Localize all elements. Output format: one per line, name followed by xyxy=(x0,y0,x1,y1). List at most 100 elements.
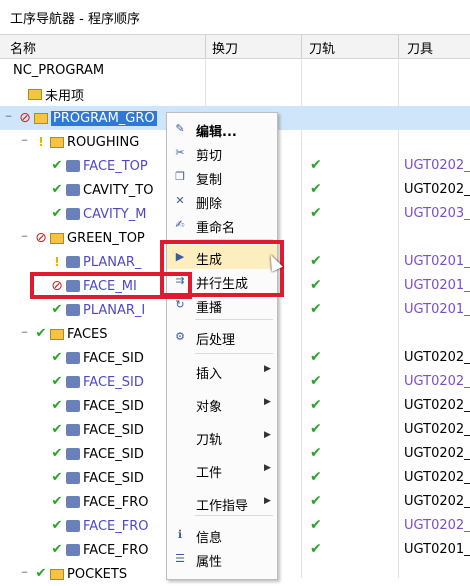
program-group-icon xyxy=(50,232,64,244)
warning-status-icon: ! xyxy=(38,135,44,149)
row-name-label: ROUGHING xyxy=(67,134,140,150)
expand-toggle-icon[interactable]: − xyxy=(4,113,13,122)
row-name-label: PLANAR_ xyxy=(83,254,142,270)
tree-row[interactable]: NC_PROGRAM xyxy=(0,58,470,82)
tree-node: ⊘ GREEN_TOP xyxy=(34,226,145,250)
toolpath-ok-icon: ✔ xyxy=(310,301,322,317)
row-name-label: FACE_TOP xyxy=(83,158,148,174)
check-status-icon: ✔ xyxy=(51,470,63,485)
menu-item-label: 删除 xyxy=(196,197,223,212)
operation-icon xyxy=(66,400,80,412)
row-name-label: FACE_SID xyxy=(83,350,144,366)
column-tool-change[interactable]: 换刀 xyxy=(212,38,238,57)
tree-node: 未用项 xyxy=(26,82,84,106)
menu-item[interactable]: ❐ 复制 xyxy=(167,165,277,189)
tree-node: ✔ FACE_SID xyxy=(50,418,144,442)
postprocess-icon: ⚙ xyxy=(175,330,185,343)
toolpath-ok-icon: ✔ xyxy=(310,541,322,557)
menu-item[interactable]: ✂ 剪切 xyxy=(167,141,277,165)
toolpath-ok-icon: ✔ xyxy=(310,181,322,197)
copy-icon: ❐ xyxy=(175,170,185,183)
tool-name: UGT0202_ xyxy=(404,158,470,173)
toolpath-ok-icon: ✔ xyxy=(310,373,322,389)
expand-toggle-icon[interactable]: − xyxy=(20,137,29,146)
tool-name: UGT0202_ xyxy=(404,494,470,509)
expand-toggle-icon[interactable]: − xyxy=(20,569,29,578)
tree-row[interactable]: 未用项 xyxy=(0,82,470,106)
info-icon: ℹ xyxy=(177,528,183,541)
menu-item[interactable]: 插入 ▶ xyxy=(167,359,277,383)
toolpath-ok-icon: ✔ xyxy=(310,205,322,221)
tree-node: ✔ FACE_SID xyxy=(50,394,144,418)
operation-icon xyxy=(66,256,80,268)
column-toolpath[interactable]: 刀轨 xyxy=(309,38,335,57)
menu-item[interactable]: ✍ 重命名 xyxy=(167,213,277,237)
check-status-icon: ✔ xyxy=(51,398,63,413)
menu-item-label: 刀轨 xyxy=(196,433,223,448)
tool-name: UGT0202_ xyxy=(404,470,470,485)
tree-node: ✔ CAVITY_TO xyxy=(50,178,154,202)
menu-item[interactable]: 刀轨 ▶ xyxy=(167,425,277,449)
toolpath-ok-icon: ✔ xyxy=(310,493,322,509)
check-status-icon: ✔ xyxy=(35,326,47,341)
menu-item[interactable]: 对象 ▶ xyxy=(167,392,277,416)
menu-item[interactable]: ✎ 编辑... xyxy=(167,117,277,141)
check-status-icon: ✔ xyxy=(51,302,63,317)
toolpath-ok-icon: ✔ xyxy=(310,277,322,293)
tree-node: ✔ FACES xyxy=(34,322,108,346)
expand-toggle-icon[interactable]: − xyxy=(20,329,29,338)
submenu-arrow-icon: ▶ xyxy=(264,397,271,407)
menu-separator xyxy=(195,319,273,320)
menu-item[interactable]: ⚙ 后处理 xyxy=(167,325,277,349)
row-name-label: NC_PROGRAM xyxy=(13,62,105,78)
menu-item[interactable]: ✕ 删除 xyxy=(167,189,277,213)
row-name-label: PROGRAM_GRO xyxy=(51,110,157,126)
tool-name: UGT0202_ xyxy=(404,398,470,413)
check-status-icon: ✔ xyxy=(51,518,63,533)
window-title-bar: 工序导航器 - 程序顺序 xyxy=(0,0,470,34)
forbidden-status-icon: ⊘ xyxy=(35,230,47,246)
column-name[interactable]: 名称 xyxy=(10,38,36,57)
operation-icon xyxy=(66,544,80,556)
tool-name: UGT0202_ xyxy=(404,422,470,437)
row-name-label: CAVITY_TO xyxy=(83,182,154,198)
menu-item-label: 重命名 xyxy=(196,221,236,236)
menu-item[interactable]: 工作指导 ▶ xyxy=(167,491,277,515)
menu-item-label: 工作指导 xyxy=(196,499,249,514)
tool-name: UGT0203_ xyxy=(404,206,470,221)
row-name-label: PLANAR_I xyxy=(83,302,146,318)
toolpath-ok-icon: ✔ xyxy=(310,421,322,437)
program-group-icon xyxy=(50,328,64,340)
tree-node: ✔ FACE_FRO xyxy=(50,538,149,562)
row-name-label: FACE_SID xyxy=(83,422,144,438)
tool-name: UGT0202_ xyxy=(404,446,470,461)
toolpath-ok-icon: ✔ xyxy=(310,349,322,365)
tool-name: UGT0201_ xyxy=(404,542,470,557)
tree-node: ✔ FACE_SID xyxy=(50,346,144,370)
submenu-arrow-icon: ▶ xyxy=(264,364,271,374)
expand-toggle-icon[interactable]: − xyxy=(20,233,29,242)
tree-node: ✔ FACE_SID xyxy=(50,442,144,466)
menu-item[interactable]: ☰ 属性 xyxy=(167,547,277,571)
check-status-icon: ✔ xyxy=(51,542,63,557)
operation-icon xyxy=(66,496,80,508)
operation-icon xyxy=(66,184,80,196)
tree-node: ✔ FACE_SID xyxy=(50,466,144,490)
submenu-arrow-icon: ▶ xyxy=(264,496,271,506)
tree-node: ✔ FACE_TOP xyxy=(50,154,148,178)
menu-item[interactable]: 工件 ▶ xyxy=(167,458,277,482)
tool-name: UGT0201_ xyxy=(404,302,470,317)
check-status-icon: ✔ xyxy=(51,446,63,461)
menu-item[interactable]: ℹ 信息 xyxy=(167,523,277,547)
menu-item-label: 后处理 xyxy=(196,333,236,348)
row-name-label: FACE_FRO xyxy=(83,542,149,558)
forbidden-status-icon: ⊘ xyxy=(19,110,31,126)
column-tool[interactable]: 刀具 xyxy=(407,38,433,57)
highlight-box-face-milling xyxy=(30,272,192,299)
check-status-icon: ✔ xyxy=(51,422,63,437)
operation-icon xyxy=(66,472,80,484)
menu-item-label: 信息 xyxy=(196,531,223,546)
operation-icon xyxy=(66,448,80,460)
row-name-label: CAVITY_M xyxy=(83,206,147,222)
program-group-icon xyxy=(28,88,42,100)
